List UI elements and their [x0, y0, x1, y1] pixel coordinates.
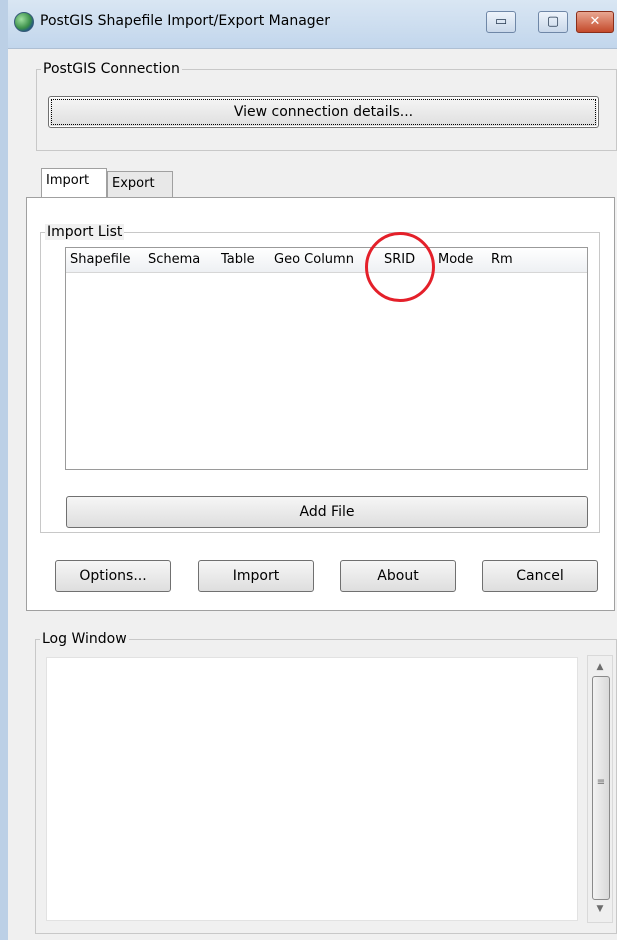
close-icon: ✕ [589, 14, 601, 29]
import-list-group-title: Import List [45, 224, 125, 240]
column-header-geo-column[interactable]: Geo Column [274, 252, 354, 267]
import-button[interactable]: Import [198, 560, 314, 592]
title-bar[interactable]: PostGIS Shapefile Import/Export Manager … [8, 0, 617, 49]
column-header-rm[interactable]: Rm [491, 252, 513, 267]
about-button[interactable]: About [340, 560, 456, 592]
maximize-button[interactable]: ▢ [538, 11, 568, 33]
minimize-icon: ▭ [494, 14, 508, 29]
column-header-shapefile[interactable]: Shapefile [70, 252, 131, 267]
app-window: PostGIS Shapefile Import/Export Manager … [0, 0, 617, 940]
close-button[interactable]: ✕ [576, 11, 614, 33]
srid-annotation-circle [365, 232, 435, 302]
column-header-table[interactable]: Table [221, 252, 255, 267]
column-header-mode[interactable]: Mode [438, 252, 473, 267]
table-header: Shapefile Schema Table Geo Column SRID M… [66, 248, 587, 273]
log-scrollbar[interactable]: ▲ ≡ ▼ [587, 655, 613, 923]
connection-group-title: PostGIS Connection [41, 61, 182, 77]
log-text-area[interactable] [46, 657, 578, 921]
tab-export[interactable]: Export [107, 171, 173, 197]
log-window-group-title: Log Window [40, 631, 129, 647]
scroll-thumb[interactable]: ≡ [592, 676, 610, 900]
import-table[interactable]: Shapefile Schema Table Geo Column SRID M… [65, 247, 588, 470]
view-connection-details-button[interactable]: View connection details... [48, 96, 599, 128]
grip-icon: ≡ [596, 777, 606, 788]
options-button[interactable]: Options... [55, 560, 171, 592]
maximize-icon: ▢ [546, 14, 560, 29]
window-title: PostGIS Shapefile Import/Export Manager [40, 13, 331, 29]
column-header-schema[interactable]: Schema [148, 252, 200, 267]
tab-import[interactable]: Import [41, 168, 107, 197]
scroll-down-icon[interactable]: ▼ [588, 904, 612, 914]
add-file-button[interactable]: Add File [66, 496, 588, 528]
scroll-up-icon[interactable]: ▲ [588, 662, 612, 672]
globe-icon [14, 12, 34, 32]
cancel-button[interactable]: Cancel [482, 560, 598, 592]
minimize-button[interactable]: ▭ [486, 11, 516, 33]
window-content: PostGIS Connection View connection detai… [18, 49, 617, 940]
